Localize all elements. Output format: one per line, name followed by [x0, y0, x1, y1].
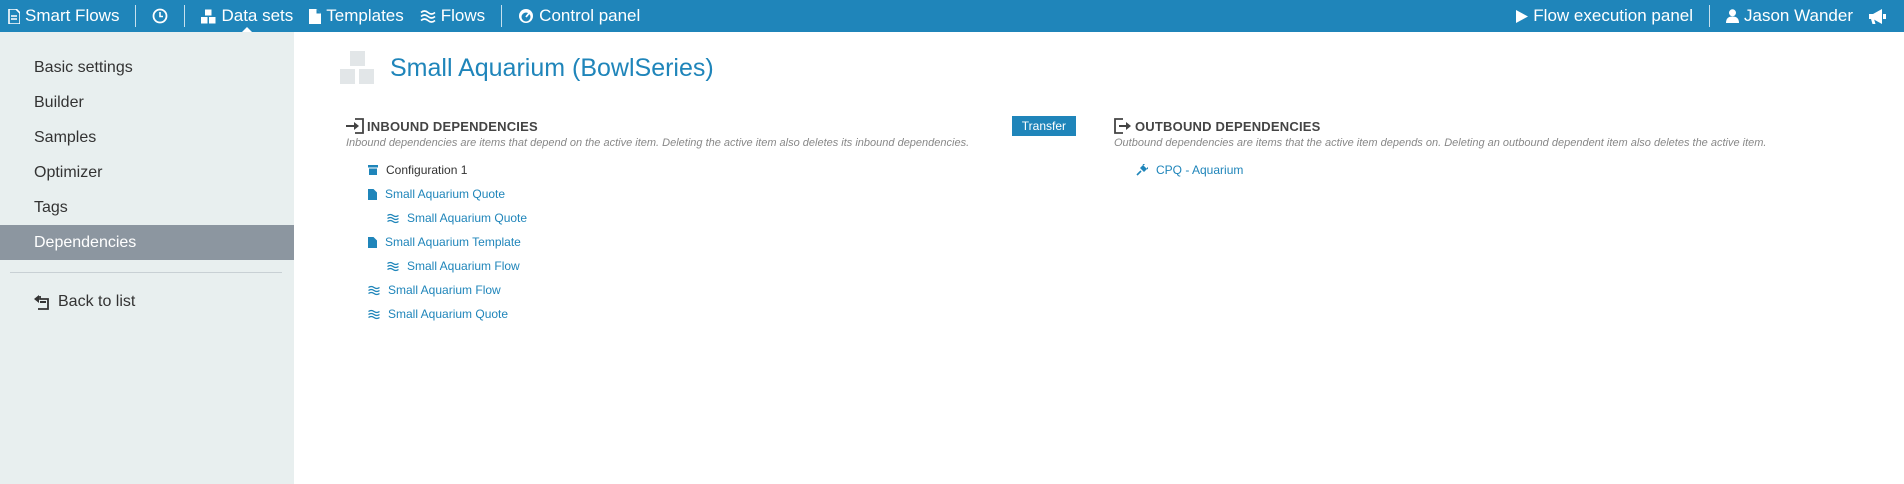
sign-out-icon — [1114, 118, 1131, 134]
list-item: Configuration 1 — [346, 158, 1076, 182]
transfer-button[interactable]: Transfer — [1011, 116, 1076, 136]
sidebar-menu: Basic settings Builder Samples Optimizer… — [0, 32, 294, 260]
outbound-header: OUTBOUND DEPENDENCIES — [1114, 116, 1904, 136]
gauge-icon — [519, 9, 534, 23]
sidebar-item-samples[interactable]: Samples — [0, 120, 294, 155]
flow-icon — [420, 10, 436, 23]
back-to-list-label: Back to list — [58, 293, 136, 310]
list-item: CPQ - Aquarium — [1114, 158, 1904, 182]
page-title: Small Aquarium (BowlSeries) — [390, 53, 714, 82]
outbound-title: OUTBOUND DEPENDENCIES — [1135, 118, 1321, 134]
flow-icon — [368, 285, 380, 295]
user-icon — [1726, 9, 1740, 23]
top-navigation-bar: Smart Flows Data sets Templates Flows Co… — [0, 0, 1904, 33]
nav-flows[interactable]: Flows — [412, 0, 493, 32]
list-item: Small Aquarium Flow — [346, 278, 1076, 302]
flow-execution-label: Flow execution panel — [1533, 6, 1694, 25]
dependency-link[interactable]: CPQ - Aquarium — [1156, 163, 1243, 177]
megaphone-icon — [1869, 8, 1886, 24]
dependency-link[interactable]: Small Aquarium Flow — [407, 259, 520, 273]
announcements-button[interactable] — [1861, 0, 1894, 32]
back-to-list-link[interactable]: Back to list — [0, 287, 294, 317]
nav-control-panel-label: Control panel — [539, 6, 641, 25]
sidebar-item-label: Tags — [34, 199, 68, 216]
outbound-tree: CPQ - Aquarium — [1114, 158, 1904, 182]
sidebar-item-label: Optimizer — [34, 164, 103, 181]
back-arrow-icon — [34, 294, 49, 310]
topbar-right-group: Flow execution panel Jason Wander — [1508, 0, 1904, 32]
data-set-icon — [340, 51, 374, 84]
sign-in-icon — [346, 118, 364, 134]
brand-link[interactable]: Smart Flows — [0, 0, 127, 32]
main-content: Small Aquarium (BowlSeries) INBOUND DEPE… — [294, 32, 1904, 484]
smart-flows-icon — [8, 8, 20, 24]
clock-icon — [153, 8, 168, 24]
dependency-link[interactable]: Small Aquarium Flow — [388, 283, 501, 297]
history-button[interactable] — [144, 0, 176, 32]
nav-templates[interactable]: Templates — [301, 0, 411, 32]
outbound-dependencies-section: OUTBOUND DEPENDENCIES Outbound dependenc… — [1114, 116, 1904, 182]
brand-label: Smart Flows — [25, 6, 120, 25]
list-item: Small Aquarium Quote — [346, 302, 1076, 326]
topbar-divider — [184, 5, 186, 27]
sidebar-divider — [10, 272, 282, 273]
sidebar-item-label: Samples — [34, 129, 97, 146]
sidebar-item-label: Builder — [34, 94, 84, 111]
user-name: Jason Wander — [1744, 6, 1853, 25]
list-item: Small Aquarium Template — [346, 230, 1076, 254]
sidebar: Basic settings Builder Samples Optimizer… — [0, 32, 294, 484]
sidebar-item-basic-settings[interactable]: Basic settings — [0, 50, 294, 85]
outbound-description: Outbound dependencies are items that the… — [1114, 137, 1767, 149]
nav-data-sets[interactable]: Data sets — [193, 0, 301, 33]
sidebar-item-label: Dependencies — [34, 234, 137, 251]
user-menu[interactable]: Jason Wander — [1718, 0, 1861, 32]
inbound-title: INBOUND DEPENDENCIES — [367, 118, 538, 134]
data-sets-icon — [201, 9, 216, 23]
flow-icon — [387, 213, 399, 223]
list-item: Small Aquarium Quote — [346, 182, 1076, 206]
page-header: Small Aquarium (BowlSeries) — [340, 50, 714, 86]
sidebar-item-label: Basic settings — [34, 59, 133, 76]
document-icon — [368, 188, 377, 200]
list-item: Small Aquarium Quote — [346, 206, 1076, 230]
dependency-label: Configuration 1 — [386, 163, 468, 177]
dependency-link[interactable]: Small Aquarium Template — [385, 235, 521, 249]
sidebar-item-builder[interactable]: Builder — [0, 85, 294, 120]
topbar-divider — [501, 5, 503, 27]
topbar-divider — [135, 5, 137, 27]
list-item: Small Aquarium Flow — [346, 254, 1076, 278]
flow-execution-panel-button[interactable]: Flow execution panel — [1508, 0, 1701, 32]
inbound-description: Inbound dependencies are items that depe… — [346, 137, 970, 149]
sidebar-item-optimizer[interactable]: Optimizer — [0, 155, 294, 190]
nav-control-panel[interactable]: Control panel — [510, 0, 648, 32]
flow-icon — [368, 309, 380, 319]
dependency-link[interactable]: Small Aquarium Quote — [385, 187, 505, 201]
nav-data-sets-label: Data sets — [221, 6, 294, 25]
sidebar-item-dependencies[interactable]: Dependencies — [0, 225, 294, 260]
nav-templates-label: Templates — [326, 6, 404, 25]
nav-flows-label: Flows — [440, 6, 486, 25]
play-icon — [1516, 9, 1529, 23]
inbound-tree: Configuration 1 Small Aquarium Quote Sma… — [346, 158, 1076, 326]
dependency-link[interactable]: Small Aquarium Quote — [407, 211, 527, 225]
flow-icon — [387, 261, 399, 271]
document-icon — [309, 8, 322, 24]
archive-icon — [368, 165, 378, 175]
inbound-dependencies-section: INBOUND DEPENDENCIES Transfer Inbound de… — [346, 116, 1076, 326]
dependency-link[interactable]: Small Aquarium Quote — [388, 307, 508, 321]
inbound-header: INBOUND DEPENDENCIES Transfer — [346, 116, 1076, 136]
plug-icon — [1136, 164, 1148, 176]
sidebar-item-tags[interactable]: Tags — [0, 190, 294, 225]
topbar-divider — [1709, 5, 1711, 27]
document-icon — [368, 236, 377, 248]
